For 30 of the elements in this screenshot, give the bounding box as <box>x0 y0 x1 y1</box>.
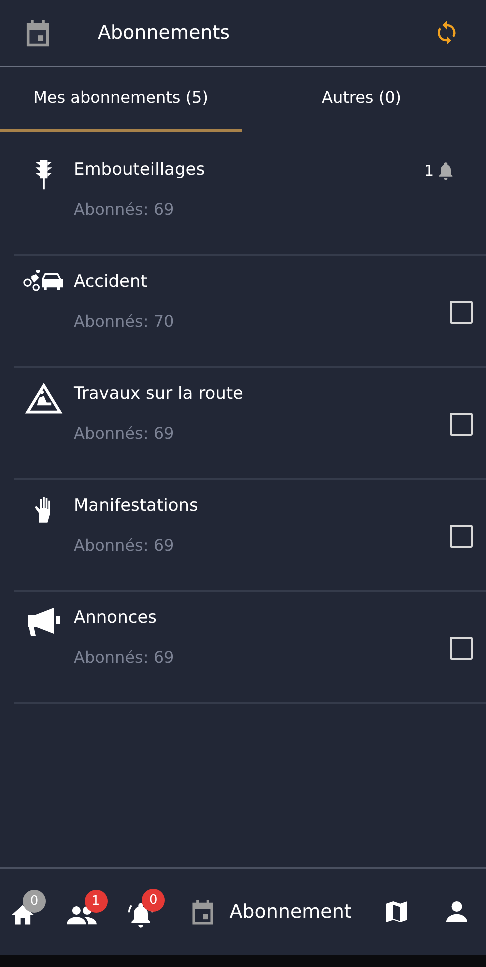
count-badge: 1 <box>84 890 108 913</box>
nav-tab[interactable]: Abonnement <box>182 890 359 934</box>
subscription-name: Manifestations <box>74 496 200 516</box>
calendar-icon <box>190 898 216 926</box>
subscriber-count: Abonnés: 70 <box>74 312 176 331</box>
count-badge: 0 <box>142 889 166 912</box>
subscriber-count: Abonnés: 69 <box>74 424 176 443</box>
road-works-sign-icon <box>25 382 63 416</box>
subscriber-count: Abonnés: 69 <box>74 200 176 219</box>
tab[interactable]: Autres (0) <box>242 67 484 132</box>
subscriber-count: Abonnés: 69 <box>74 648 176 667</box>
subscriber-count: Abonnés: 69 <box>74 536 176 555</box>
megaphone-icon <box>26 606 62 638</box>
nav-button[interactable]: 0 <box>125 889 166 935</box>
page-title: Abonnements <box>98 22 230 44</box>
tab[interactable]: Mes abonnements (5) <box>0 67 242 132</box>
calendar-icon <box>24 18 52 48</box>
nav-button[interactable]: 1 <box>64 890 108 934</box>
checkbox[interactable] <box>450 637 473 660</box>
checkbox[interactable] <box>450 525 473 548</box>
checkbox[interactable] <box>450 301 473 324</box>
subscription-name: Accident <box>74 272 148 292</box>
traffic-light-icon <box>33 158 55 192</box>
subscription-name: Embouteillages <box>74 160 206 180</box>
count-badge: 0 <box>23 890 46 913</box>
notification-count: 1 <box>424 162 434 180</box>
cyclist-and-car-icon <box>23 270 65 292</box>
subscription-name: Travaux sur la route <box>74 384 244 404</box>
checkbox[interactable] <box>450 413 473 436</box>
subscription-name: Annonces <box>74 608 158 628</box>
